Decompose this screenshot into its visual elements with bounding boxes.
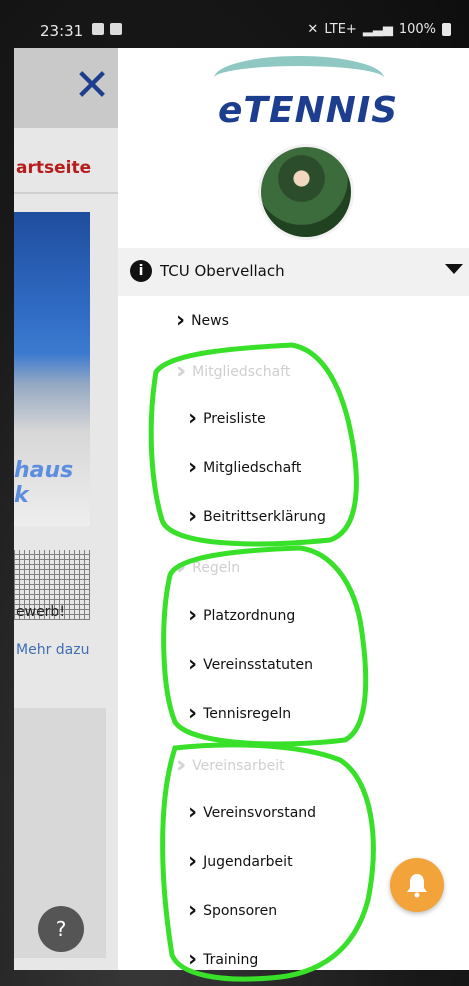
chevron-right-icon: › [188, 898, 198, 923]
menu-item-news[interactable]: › News [176, 310, 229, 332]
menu-item-vereinsvorstand[interactable]: › Vereinsvorstand [188, 802, 316, 824]
card-text: ewerb! [16, 604, 65, 620]
chevron-right-icon: › [176, 308, 186, 333]
mute-icon: ✕ [307, 22, 319, 37]
chevron-right-icon: › [188, 406, 198, 431]
status-bar: 23:31 ✕ LTE+ ▂▃▅ 100% [0, 14, 469, 48]
news-photo[interactable]: haus k [14, 212, 90, 620]
double-chevron-icon: ›› [176, 359, 187, 384]
section-mitgliedschaft: ›› Mitgliedschaft [176, 359, 290, 384]
start-link[interactable]: artseite [16, 158, 91, 178]
menu-item-label: Beitrittserklärung [203, 509, 326, 525]
menu-item-mitgliedschaft[interactable]: › Mitgliedschaft [188, 457, 301, 479]
menu-item-label: Vereinsstatuten [203, 657, 313, 673]
chevron-right-icon: › [188, 849, 198, 874]
close-icon[interactable]: ✕ [72, 64, 112, 108]
section-label: Mitgliedschaft [192, 363, 291, 380]
chevron-right-icon: › [188, 800, 198, 825]
background-page: ✕ artseite haus k ewerb! Mehr dazu [14, 48, 124, 970]
menu-item-preisliste[interactable]: › Preisliste [188, 408, 266, 430]
info-icon: i [130, 260, 152, 282]
page-header: ✕ [14, 48, 124, 128]
menu-item-vereinsstatuten[interactable]: › Vereinsstatuten [188, 654, 313, 676]
gallery-icon [92, 23, 104, 35]
menu-item-sponsoren[interactable]: › Sponsoren [188, 900, 277, 922]
battery-label: 100% [398, 22, 436, 37]
chevron-right-icon: › [188, 701, 198, 726]
app-logo: eTENNIS [218, 90, 399, 131]
menu-item-label: Sponsoren [203, 903, 278, 919]
status-time: 23:31 [40, 22, 84, 40]
menu-item-label: Platzordnung [203, 608, 296, 624]
network-label: LTE+ [324, 22, 357, 37]
help-button[interactable]: ? [38, 906, 84, 952]
navigation-drawer: eTENNIS i TCU Obervellach › News ›› Mitg… [118, 48, 469, 970]
system-icons: ✕ LTE+ ▂▃▅ 100% [307, 22, 451, 37]
menu-item-label: Training [203, 952, 259, 968]
signal-icon: ▂▃▅ [362, 22, 393, 37]
chevron-right-icon: › [188, 504, 198, 529]
menu-item-label: Mitgliedschaft [203, 460, 302, 476]
check-icon [110, 23, 122, 35]
club-selector[interactable]: i TCU Obervellach [118, 248, 469, 296]
menu-item-training[interactable]: › Training [188, 947, 259, 971]
chevron-right-icon: › [188, 455, 198, 480]
menu-item-label: Vereinsvorstand [203, 805, 317, 821]
section-vereinsarbeit: ›› Vereinsarbeit [176, 753, 285, 778]
battery-icon [442, 23, 451, 36]
menu-item-jugendarbeit[interactable]: › Jugendarbeit [188, 851, 293, 873]
photo-caption: haus k [14, 458, 74, 508]
menu-item-platzordnung[interactable]: › Platzordnung [188, 605, 295, 627]
chevron-right-icon: › [188, 603, 198, 628]
chevron-right-icon: › [188, 947, 198, 971]
section-label: Regeln [192, 559, 241, 576]
double-chevron-icon: ›› [176, 753, 187, 778]
bell-icon [407, 874, 427, 898]
caret-down-icon[interactable] [445, 264, 463, 274]
divider [14, 192, 124, 194]
section-label: Vereinsarbeit [192, 757, 285, 774]
menu-item-label: Jugendarbeit [203, 854, 293, 870]
menu-item-label: Tennisregeln [203, 706, 292, 722]
menu-item-tennisregeln[interactable]: › Tennisregeln [188, 703, 291, 725]
chevron-right-icon: › [188, 652, 198, 677]
more-link[interactable]: Mehr dazu [16, 642, 89, 658]
menu-item-label: News [191, 313, 229, 329]
notification-bell-button[interactable] [390, 858, 444, 912]
menu-item-beitrittserklaerung[interactable]: › Beitrittserklärung [188, 506, 326, 528]
club-name: TCU Obervellach [160, 262, 285, 280]
double-chevron-icon: ›› [176, 555, 187, 580]
menu-item-label: Preisliste [203, 411, 266, 427]
club-avatar [258, 144, 354, 240]
section-regeln: ›› Regeln [176, 555, 240, 580]
notification-icons [92, 23, 122, 35]
